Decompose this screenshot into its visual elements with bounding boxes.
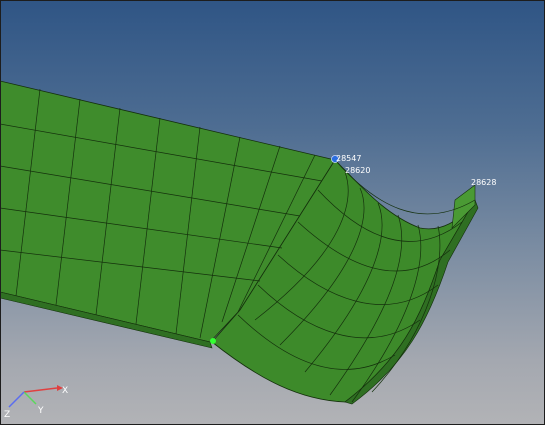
y-axis-line	[23, 391, 37, 405]
y-axis-label: Y	[37, 406, 44, 416]
fe-mesh-view[interactable]: 28547 28620 28628 X Y Z	[0, 0, 545, 425]
node-label-28547: 28547	[336, 154, 361, 163]
x-axis-label: X	[62, 386, 68, 396]
node-marker-green[interactable]	[210, 338, 216, 344]
node-label-28620: 28620	[345, 166, 370, 175]
node-label-28628: 28628	[471, 178, 496, 187]
coordinate-triad: X Y Z	[4, 385, 68, 420]
x-axis-line	[23, 387, 58, 393]
z-axis-line	[8, 391, 25, 408]
graphics-viewport[interactable]: 28547 28620 28628 X Y Z	[0, 0, 545, 425]
z-axis-label: Z	[4, 410, 10, 420]
